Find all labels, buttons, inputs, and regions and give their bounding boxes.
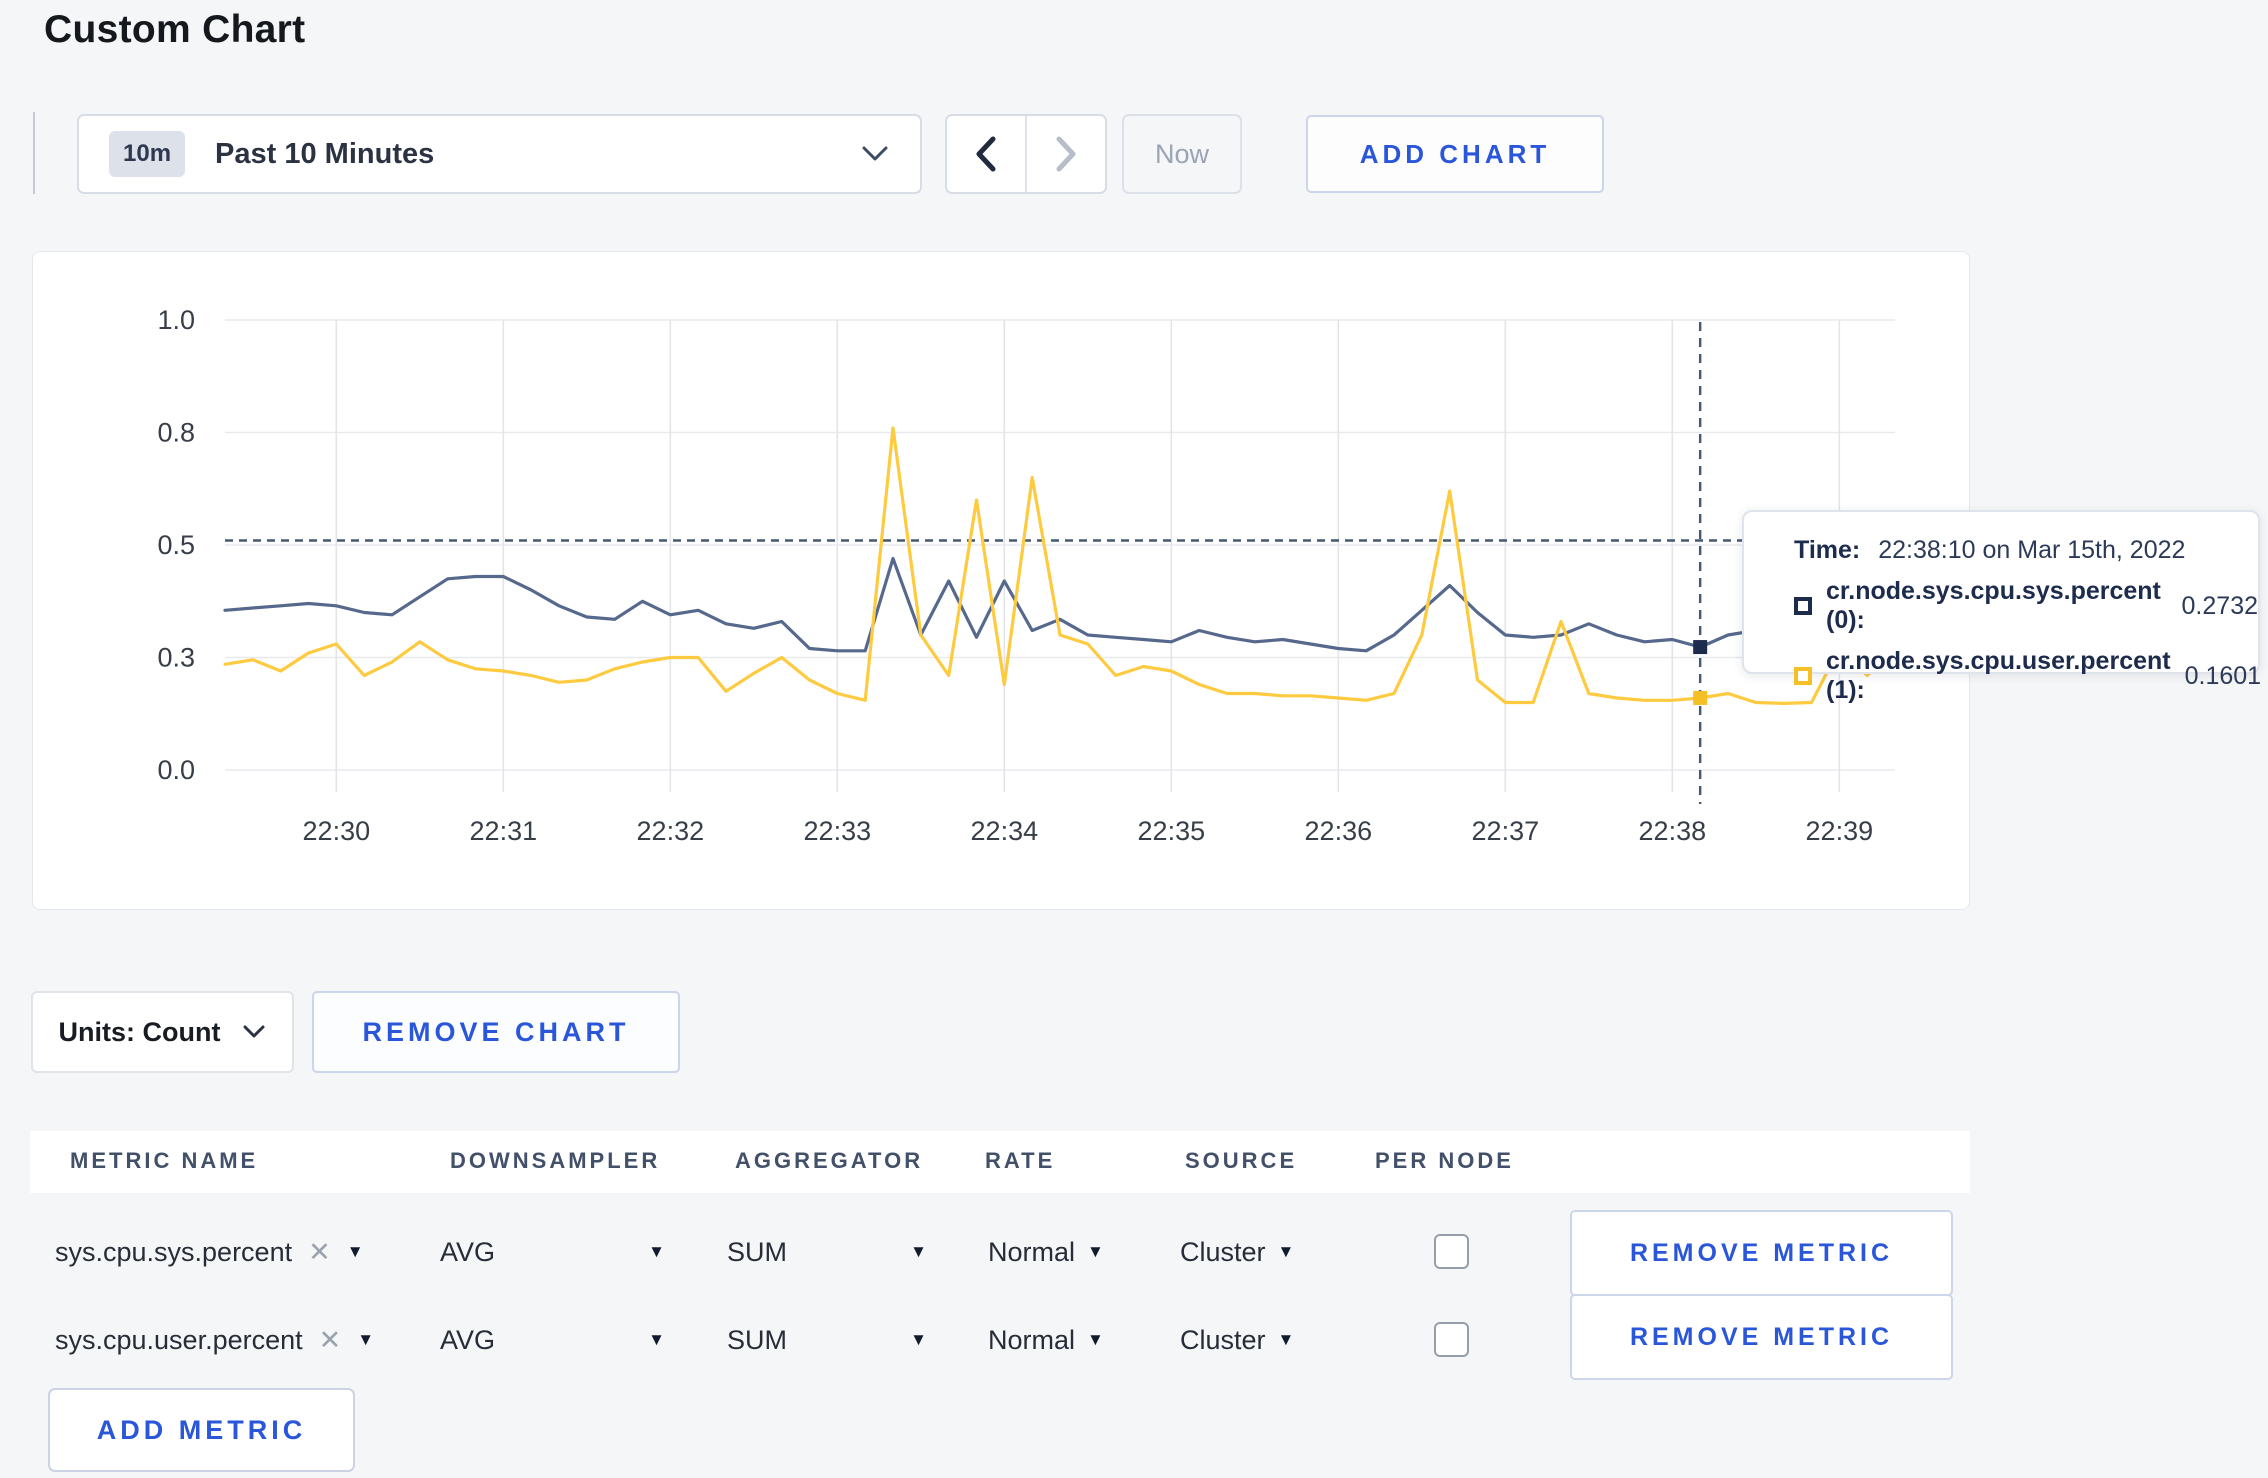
column-header-per-node: PER NODE <box>1375 1148 1514 1173</box>
column-header-metric-name: METRIC NAME <box>70 1148 259 1173</box>
tooltip-series-row: cr.node.sys.cpu.user.percent (1): 0.1601 <box>1794 647 2262 705</box>
source-value: Cluster <box>1180 1324 1266 1355</box>
per-node-checkbox[interactable] <box>1434 1322 1469 1357</box>
aggregator-value: SUM <box>727 1324 787 1355</box>
timeseries-chart[interactable]: 0.0 0.3 0.5 0.8 1.0 22:30 22:31 22:32 22:33 22:34… <box>33 252 1971 911</box>
dropdown-arrow-icon: ▼ <box>648 1242 665 1261</box>
aggregator-value: SUM <box>727 1236 787 1267</box>
rate-select[interactable]: Normal ▼ <box>988 1208 1104 1296</box>
rate-value: Normal <box>988 1236 1076 1267</box>
x-axis-tick-label: 22:39 <box>1806 816 1874 846</box>
time-range-badge: 10m <box>109 131 186 177</box>
dropdown-arrow-icon: ▼ <box>910 1330 927 1349</box>
metric-name-value: sys.cpu.user.percent <box>55 1324 303 1355</box>
dropdown-arrow-icon: ▼ <box>1087 1330 1104 1349</box>
source-select[interactable]: Cluster ▼ <box>1180 1296 1294 1384</box>
tooltip-series-row: cr.node.sys.cpu.sys.percent (0): 0.2732 <box>1794 577 2258 635</box>
column-header-source: SOURCE <box>1185 1148 1298 1173</box>
clear-metric-icon[interactable]: ✕ <box>319 1325 342 1356</box>
remove-metric-button[interactable]: REMOVE METRIC <box>1570 1294 1953 1380</box>
x-axis-tick-label: 22:38 <box>1639 816 1707 846</box>
tooltip-time-value: 22:38:10 on Mar 15th, 2022 <box>1878 536 2186 564</box>
sys-series-swatch-icon <box>1794 597 1812 615</box>
units-select[interactable]: Units: Count <box>31 991 294 1073</box>
clear-metric-icon[interactable]: ✕ <box>308 1237 331 1268</box>
tooltip-metric-label: cr.node.sys.cpu.sys.percent (0): <box>1826 577 2161 634</box>
time-range-label: Past 10 Minutes <box>215 137 435 170</box>
dropdown-arrow-icon: ▼ <box>648 1330 665 1349</box>
tooltip-metric-value: 0.2732 <box>2181 591 2258 620</box>
toolbar-left-divider <box>33 112 35 194</box>
x-axis-tick-label: 22:31 <box>470 816 538 846</box>
metric-name-select[interactable]: sys.cpu.sys.percent ✕ ▼ <box>55 1208 364 1296</box>
chevron-right-icon <box>1053 135 1079 173</box>
hover-point-marker <box>1693 640 1708 655</box>
x-axis-tick-label: 22:33 <box>804 816 872 846</box>
downsampler-value: AVG <box>440 1324 496 1355</box>
time-range-select[interactable]: 10m Past 10 Minutes <box>77 114 922 194</box>
per-node-checkbox[interactable] <box>1434 1234 1469 1269</box>
time-forward-button[interactable] <box>1025 116 1105 192</box>
now-button[interactable]: Now <box>1122 114 1242 194</box>
page-title: Custom Chart <box>44 8 306 51</box>
metrics-table-header: METRIC NAME DOWNSAMPLER AGGREGATOR RATE … <box>30 1131 1970 1193</box>
series-line-user <box>223 426 1897 705</box>
x-axis-tick-label: 22:34 <box>971 816 1039 846</box>
rate-select[interactable]: Normal ▼ <box>988 1296 1104 1384</box>
tooltip-metric-label: cr.node.sys.cpu.user.percent (1): <box>1826 647 2171 704</box>
dropdown-arrow-icon: ▼ <box>1087 1242 1104 1261</box>
rate-value: Normal <box>988 1324 1076 1355</box>
y-axis-tick-label: 1.0 <box>157 305 195 335</box>
tooltip-metric-value: 0.1601 <box>2184 661 2262 690</box>
x-axis-tick-label: 22:35 <box>1138 816 1206 846</box>
dropdown-arrow-icon: ▼ <box>346 1242 364 1261</box>
downsampler-value: AVG <box>440 1236 496 1267</box>
downsampler-select[interactable]: AVG ▼ <box>440 1296 665 1384</box>
metric-name-select[interactable]: sys.cpu.user.percent ✕ ▼ <box>55 1296 374 1384</box>
time-back-button[interactable] <box>947 116 1025 192</box>
aggregator-select[interactable]: SUM ▼ <box>727 1208 927 1296</box>
tooltip-time-row: Time: 22:38:10 on Mar 15th, 2022 <box>1794 536 2258 565</box>
x-axis-tick-label: 22:36 <box>1305 816 1373 846</box>
add-metric-button[interactable]: ADD METRIC <box>48 1388 355 1472</box>
x-axis-tick-label: 22:32 <box>637 816 705 846</box>
downsampler-select[interactable]: AVG ▼ <box>440 1208 665 1296</box>
source-value: Cluster <box>1180 1236 1266 1267</box>
chevron-left-icon <box>973 135 999 173</box>
tooltip-time-label: Time: <box>1794 536 1861 564</box>
column-header-downsampler: DOWNSAMPLER <box>450 1148 661 1173</box>
chart-tooltip: Time: 22:38:10 on Mar 15th, 2022 cr.node… <box>1742 510 2261 704</box>
x-axis-tick-label: 22:30 <box>303 816 371 846</box>
chevron-down-icon <box>860 144 890 164</box>
series-line-sys <box>223 556 1897 653</box>
remove-metric-button[interactable]: REMOVE METRIC <box>1570 1210 1953 1296</box>
source-select[interactable]: Cluster ▼ <box>1180 1208 1294 1296</box>
y-axis-tick-label: 0.8 <box>157 418 195 448</box>
remove-chart-button[interactable]: REMOVE CHART <box>312 991 680 1073</box>
hover-point-marker <box>1693 690 1708 705</box>
column-header-aggregator: AGGREGATOR <box>735 1148 924 1173</box>
chart-panel: 0.0 0.3 0.5 0.8 1.0 22:30 22:31 22:32 22:33 22:34… <box>32 251 1970 910</box>
y-axis-tick-label: 0.5 <box>157 530 195 560</box>
column-header-rate: RATE <box>985 1148 1056 1173</box>
time-nav-group <box>945 114 1107 194</box>
dropdown-arrow-icon: ▼ <box>1277 1242 1295 1261</box>
dropdown-arrow-icon: ▼ <box>910 1242 927 1261</box>
y-axis-tick-label: 0.3 <box>157 643 195 673</box>
metric-name-value: sys.cpu.sys.percent <box>55 1236 293 1267</box>
user-series-swatch-icon <box>1794 667 1812 685</box>
dropdown-arrow-icon: ▼ <box>357 1330 375 1349</box>
add-chart-button[interactable]: ADD CHART <box>1306 115 1604 193</box>
dropdown-arrow-icon: ▼ <box>1277 1330 1295 1349</box>
aggregator-select[interactable]: SUM ▼ <box>727 1296 927 1384</box>
units-label: Units: Count <box>58 1016 221 1047</box>
x-axis-tick-label: 22:37 <box>1472 816 1540 846</box>
chevron-down-icon <box>242 1024 266 1040</box>
y-axis-tick-label: 0.0 <box>157 755 195 785</box>
